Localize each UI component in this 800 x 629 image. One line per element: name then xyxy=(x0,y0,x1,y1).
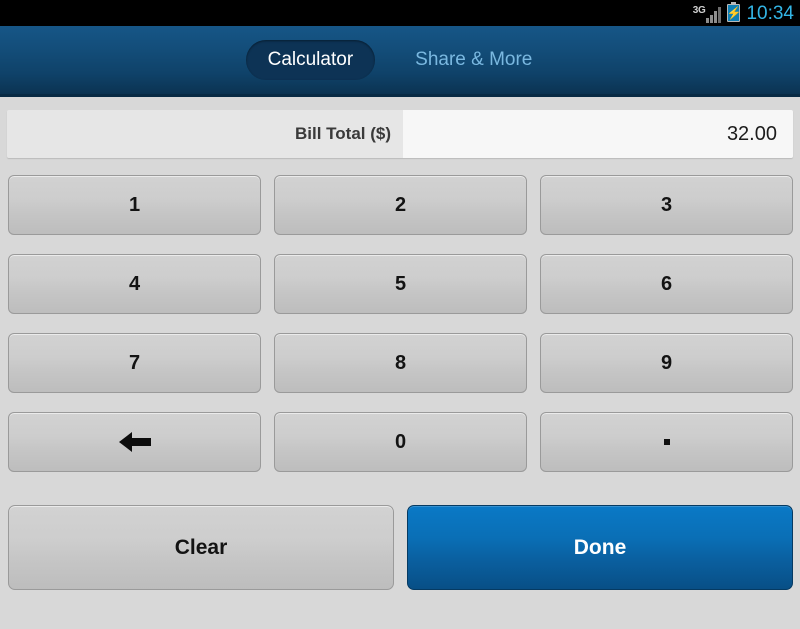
battery-charging-icon: ⚡ xyxy=(726,1,742,22)
keypad-row: 4 5 6 xyxy=(8,254,793,314)
tab-bar: Calculator Share & More xyxy=(245,40,555,80)
action-button-row: Clear Done xyxy=(8,505,793,590)
key-backspace[interactable] xyxy=(8,412,261,472)
keypad-row: 1 2 3 xyxy=(8,175,793,235)
signal-bars-icon: 3G xyxy=(693,3,722,23)
key-9[interactable]: 9 xyxy=(540,333,793,393)
key-1[interactable]: 1 xyxy=(8,175,261,235)
backspace-arrow-icon xyxy=(118,432,151,452)
key-7[interactable]: 7 xyxy=(8,333,261,393)
key-4[interactable]: 4 xyxy=(8,254,261,314)
keypad-row: 7 8 9 xyxy=(8,333,793,393)
key-decimal-point[interactable] xyxy=(540,412,793,472)
tab-share-and-more[interactable]: Share & More xyxy=(393,40,554,80)
status-bar-right: 3G ⚡ 10:34 xyxy=(693,0,794,26)
numeric-keypad: 1 2 3 4 5 6 7 8 9 0 xyxy=(8,175,793,491)
key-6[interactable]: 6 xyxy=(540,254,793,314)
key-5[interactable]: 5 xyxy=(274,254,527,314)
key-8[interactable]: 8 xyxy=(274,333,527,393)
done-button[interactable]: Done xyxy=(407,505,793,590)
clear-button[interactable]: Clear xyxy=(8,505,394,590)
status-bar: 3G ⚡ 10:34 xyxy=(0,0,800,26)
key-0[interactable]: 0 xyxy=(274,412,527,472)
calculator-screen: 3G ⚡ 10:34 Calculator Share & More Bill … xyxy=(0,0,800,629)
app-header: Calculator Share & More xyxy=(0,26,800,97)
keypad-row: 0 xyxy=(8,412,793,472)
key-3[interactable]: 3 xyxy=(540,175,793,235)
bill-total-value[interactable]: 32.00 xyxy=(403,110,793,158)
bill-total-field[interactable]: Bill Total ($) 32.00 xyxy=(7,110,793,158)
decimal-point-icon xyxy=(663,439,670,445)
signal-bars-glyph xyxy=(706,6,722,23)
bill-total-label: Bill Total ($) xyxy=(7,110,403,158)
battery-bolt-glyph: ⚡ xyxy=(726,6,742,20)
tab-calculator[interactable]: Calculator xyxy=(245,40,376,80)
network-type-label: 3G xyxy=(692,5,706,16)
key-2[interactable]: 2 xyxy=(274,175,527,235)
status-clock: 10:34 xyxy=(746,2,794,24)
